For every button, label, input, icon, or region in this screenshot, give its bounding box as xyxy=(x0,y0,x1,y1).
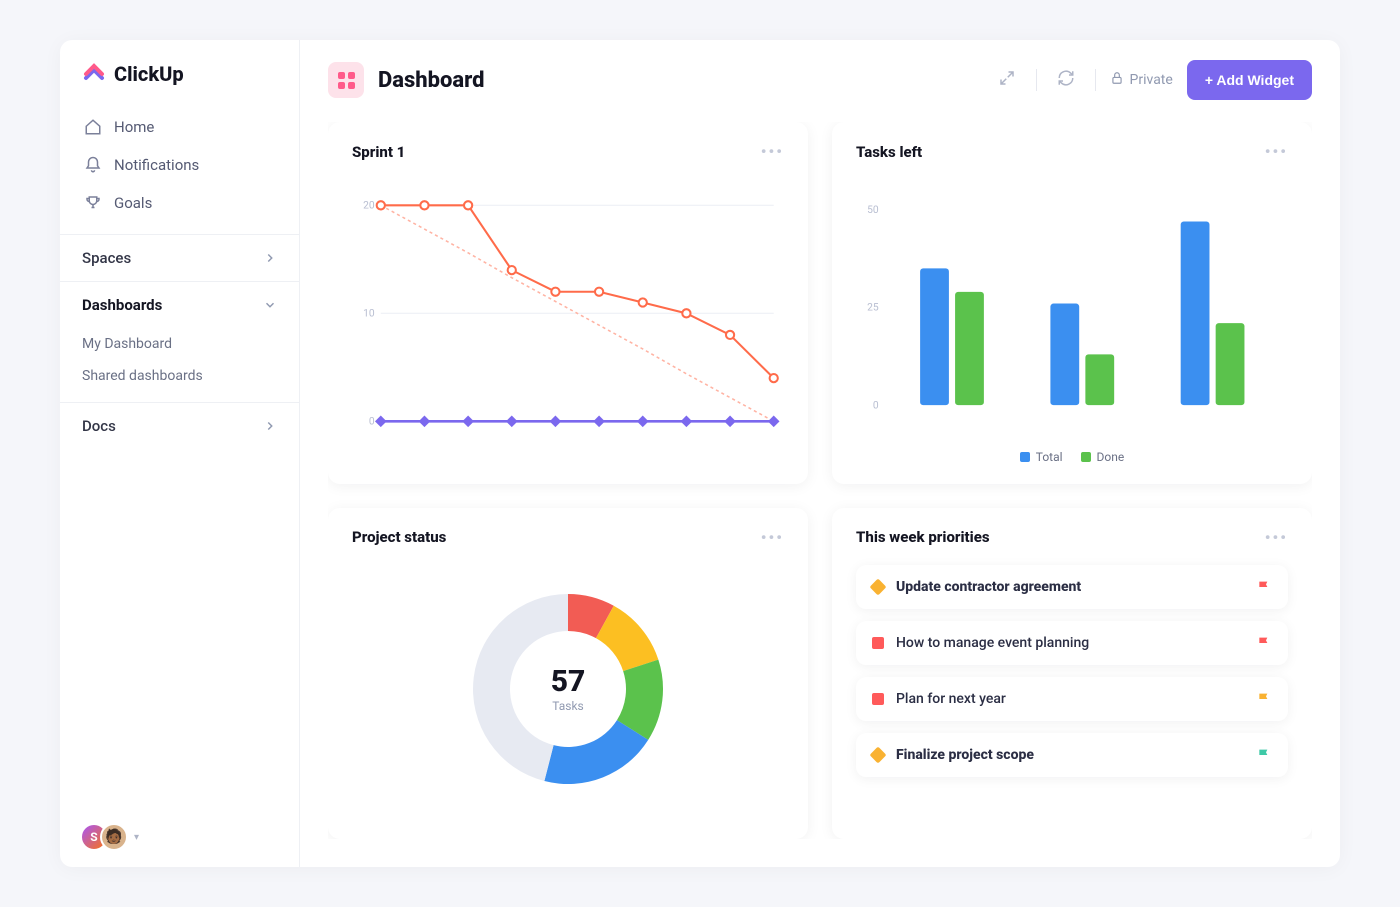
nav-goals[interactable]: Goals xyxy=(70,184,289,222)
clickup-logo-icon xyxy=(82,62,106,86)
section-spaces-label: Spaces xyxy=(82,249,131,267)
svg-text:50: 50 xyxy=(867,203,879,216)
card-menu-icon[interactable]: ••• xyxy=(761,528,784,547)
avatar-user-2[interactable]: 🧑🏾 xyxy=(100,823,128,851)
flag-icon[interactable] xyxy=(1256,579,1272,595)
tasksleft-legend: Total Done xyxy=(856,450,1288,464)
caret-down-icon[interactable]: ▾ xyxy=(134,832,139,843)
dashboards-sublist: My Dashboard Shared dashboards xyxy=(60,328,299,402)
sub-shared-dashboards[interactable]: Shared dashboards xyxy=(82,360,277,392)
sprint-chart: 0 10 20 xyxy=(352,173,784,464)
lock-icon xyxy=(1110,71,1124,89)
priority-row[interactable]: Update contractor agreement xyxy=(856,565,1288,609)
card-project-status: Project status ••• 57 Tasks xyxy=(328,508,808,839)
priority-marker-icon xyxy=(872,637,884,649)
svg-text:20: 20 xyxy=(363,198,375,211)
card-title: This week priorities xyxy=(856,528,990,546)
refresh-icon[interactable] xyxy=(1051,63,1081,97)
card-title: Tasks left xyxy=(856,143,922,161)
privacy-text: Private xyxy=(1130,72,1173,88)
home-icon xyxy=(84,118,102,136)
trophy-icon xyxy=(84,194,102,212)
priority-marker-icon xyxy=(872,693,884,705)
flag-icon[interactable] xyxy=(1256,747,1272,763)
priority-row[interactable]: Finalize project scope xyxy=(856,733,1288,777)
priority-label: Finalize project scope xyxy=(896,747,1244,763)
svg-text:25: 25 xyxy=(867,301,879,314)
nav-home-label: Home xyxy=(114,118,154,136)
sidebar-footer: S 🧑🏾 ▾ xyxy=(60,807,299,867)
main-area: Dashboard Private + Add Widget Sprint 1 … xyxy=(300,40,1340,867)
separator xyxy=(1036,69,1037,91)
card-menu-icon[interactable]: ••• xyxy=(1265,528,1288,547)
priority-list: Update contractor agreement How to manage… xyxy=(856,559,1288,777)
donut-chart: 57 Tasks xyxy=(352,559,784,819)
svg-text:0: 0 xyxy=(369,414,375,427)
priority-label: Plan for next year xyxy=(896,691,1244,707)
section-spaces[interactable]: Spaces xyxy=(60,234,299,281)
priority-row[interactable]: How to manage event planning xyxy=(856,621,1288,665)
separator xyxy=(1095,69,1096,91)
sub-my-dashboard[interactable]: My Dashboard xyxy=(82,328,277,360)
flag-icon[interactable] xyxy=(1256,635,1272,651)
section-dashboards-label: Dashboards xyxy=(82,296,162,314)
page-title: Dashboard xyxy=(378,68,485,93)
sidebar: ClickUp Home Notifications Goals Spaces … xyxy=(60,40,300,867)
priority-marker-icon xyxy=(870,578,887,595)
card-sprint: Sprint 1 ••• 0 10 20 xyxy=(328,122,808,484)
brand-text: ClickUp xyxy=(114,62,184,86)
donut-label: Tasks xyxy=(551,699,586,713)
flag-icon[interactable] xyxy=(1256,691,1272,707)
card-title: Sprint 1 xyxy=(352,143,405,161)
card-menu-icon[interactable]: ••• xyxy=(761,142,784,161)
bell-icon xyxy=(84,156,102,174)
section-docs-label: Docs xyxy=(82,417,116,435)
app-shell: ClickUp Home Notifications Goals Spaces … xyxy=(60,40,1340,867)
topbar-right: Private + Add Widget xyxy=(992,60,1312,100)
nav-notifications[interactable]: Notifications xyxy=(70,146,289,184)
tasksleft-chart: 0 25 50 xyxy=(856,173,1288,442)
donut-value: 57 xyxy=(551,664,586,699)
nav-home[interactable]: Home xyxy=(70,108,289,146)
add-widget-button[interactable]: + Add Widget xyxy=(1187,60,1312,100)
brand-row: ClickUp xyxy=(60,40,299,102)
expand-icon[interactable] xyxy=(992,63,1022,97)
topbar: Dashboard Private + Add Widget xyxy=(328,40,1312,122)
nav-goals-label: Goals xyxy=(114,194,152,212)
section-dashboards[interactable]: Dashboards xyxy=(60,281,299,328)
chevron-right-icon xyxy=(263,419,277,433)
topbar-left: Dashboard xyxy=(328,62,485,98)
priority-marker-icon xyxy=(870,746,887,763)
section-docs[interactable]: Docs xyxy=(60,402,299,449)
priority-row[interactable]: Plan for next year xyxy=(856,677,1288,721)
donut-center: 57 Tasks xyxy=(551,664,586,713)
svg-text:10: 10 xyxy=(363,306,375,319)
dashboard-icon xyxy=(328,62,364,98)
privacy-badge[interactable]: Private xyxy=(1110,71,1173,89)
priority-label: How to manage event planning xyxy=(896,635,1244,651)
nav-primary: Home Notifications Goals xyxy=(60,102,299,234)
card-title: Project status xyxy=(352,528,446,546)
card-priorities: This week priorities ••• Update contract… xyxy=(832,508,1312,839)
svg-text:0: 0 xyxy=(873,398,879,411)
card-tasks-left: Tasks left ••• 0 25 50 Total Done xyxy=(832,122,1312,484)
widget-grid: Sprint 1 ••• 0 10 20 Tasks left ••• 0 25 50 … xyxy=(328,122,1312,839)
nav-notifications-label: Notifications xyxy=(114,156,199,174)
chevron-down-icon xyxy=(263,298,277,312)
card-menu-icon[interactable]: ••• xyxy=(1265,142,1288,161)
chevron-right-icon xyxy=(263,251,277,265)
priority-label: Update contractor agreement xyxy=(896,579,1244,595)
